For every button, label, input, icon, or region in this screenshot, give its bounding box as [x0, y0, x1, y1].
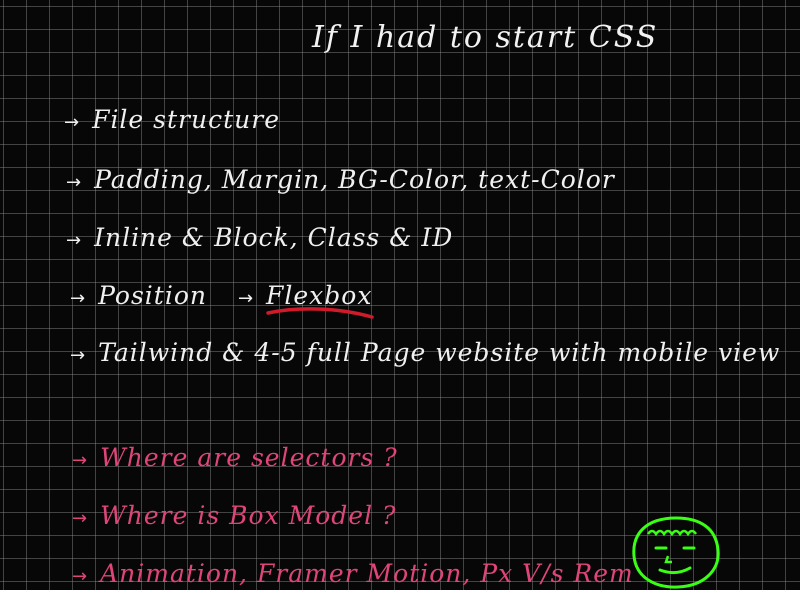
arrow-icon: → — [70, 345, 87, 366]
arrow-icon: → — [66, 230, 83, 251]
list-item-inline-block: → Inline & Block, Class & ID — [66, 223, 453, 252]
list-item-file-structure: → File structure — [64, 105, 280, 134]
list-item-padding-margin: → Padding, Margin, BG-Color, text-Color — [66, 165, 615, 194]
smiley-face-doodle-icon — [632, 516, 720, 589]
arrow-icon: → — [72, 450, 89, 471]
question-label: Animation, Framer Motion, Px V/s Rem — [100, 559, 634, 588]
arrow-icon: → — [237, 288, 255, 309]
arrow-icon: → — [72, 508, 89, 529]
question-label: Where is Box Model ? — [100, 501, 397, 530]
list-item-position: → Position → Flexbox — [70, 281, 374, 319]
list-item-label: Padding, Margin, BG-Color, text-Color — [94, 165, 615, 194]
arrow-icon: → — [66, 172, 83, 193]
question-animation: → Animation, Framer Motion, Px V/s Rem — [72, 559, 634, 588]
list-item-label: Position — [98, 281, 207, 310]
question-label: Where are selectors ? — [100, 443, 398, 472]
arrow-icon: → — [70, 288, 87, 309]
list-item-label: Inline & Block, Class & ID — [94, 223, 454, 252]
arrow-icon: → — [72, 566, 89, 587]
arrow-icon: → — [64, 112, 81, 133]
question-box-model: → Where is Box Model ? — [72, 501, 396, 530]
board-title: If I had to start CSS — [312, 20, 659, 55]
list-item-tailwind: → Tailwind & 4-5 full Page website with m… — [70, 338, 780, 367]
list-item-label: File structure — [92, 105, 280, 134]
question-selectors: → Where are selectors ? — [72, 443, 398, 472]
flexbox-label-wrapper: Flexbox — [266, 281, 374, 319]
whiteboard-canvas: If I had to start CSS → File structure → P… — [0, 0, 800, 590]
list-item-label: Tailwind & 4-5 full Page website with mo… — [98, 338, 781, 367]
flexbox-label: Flexbox — [266, 281, 373, 310]
